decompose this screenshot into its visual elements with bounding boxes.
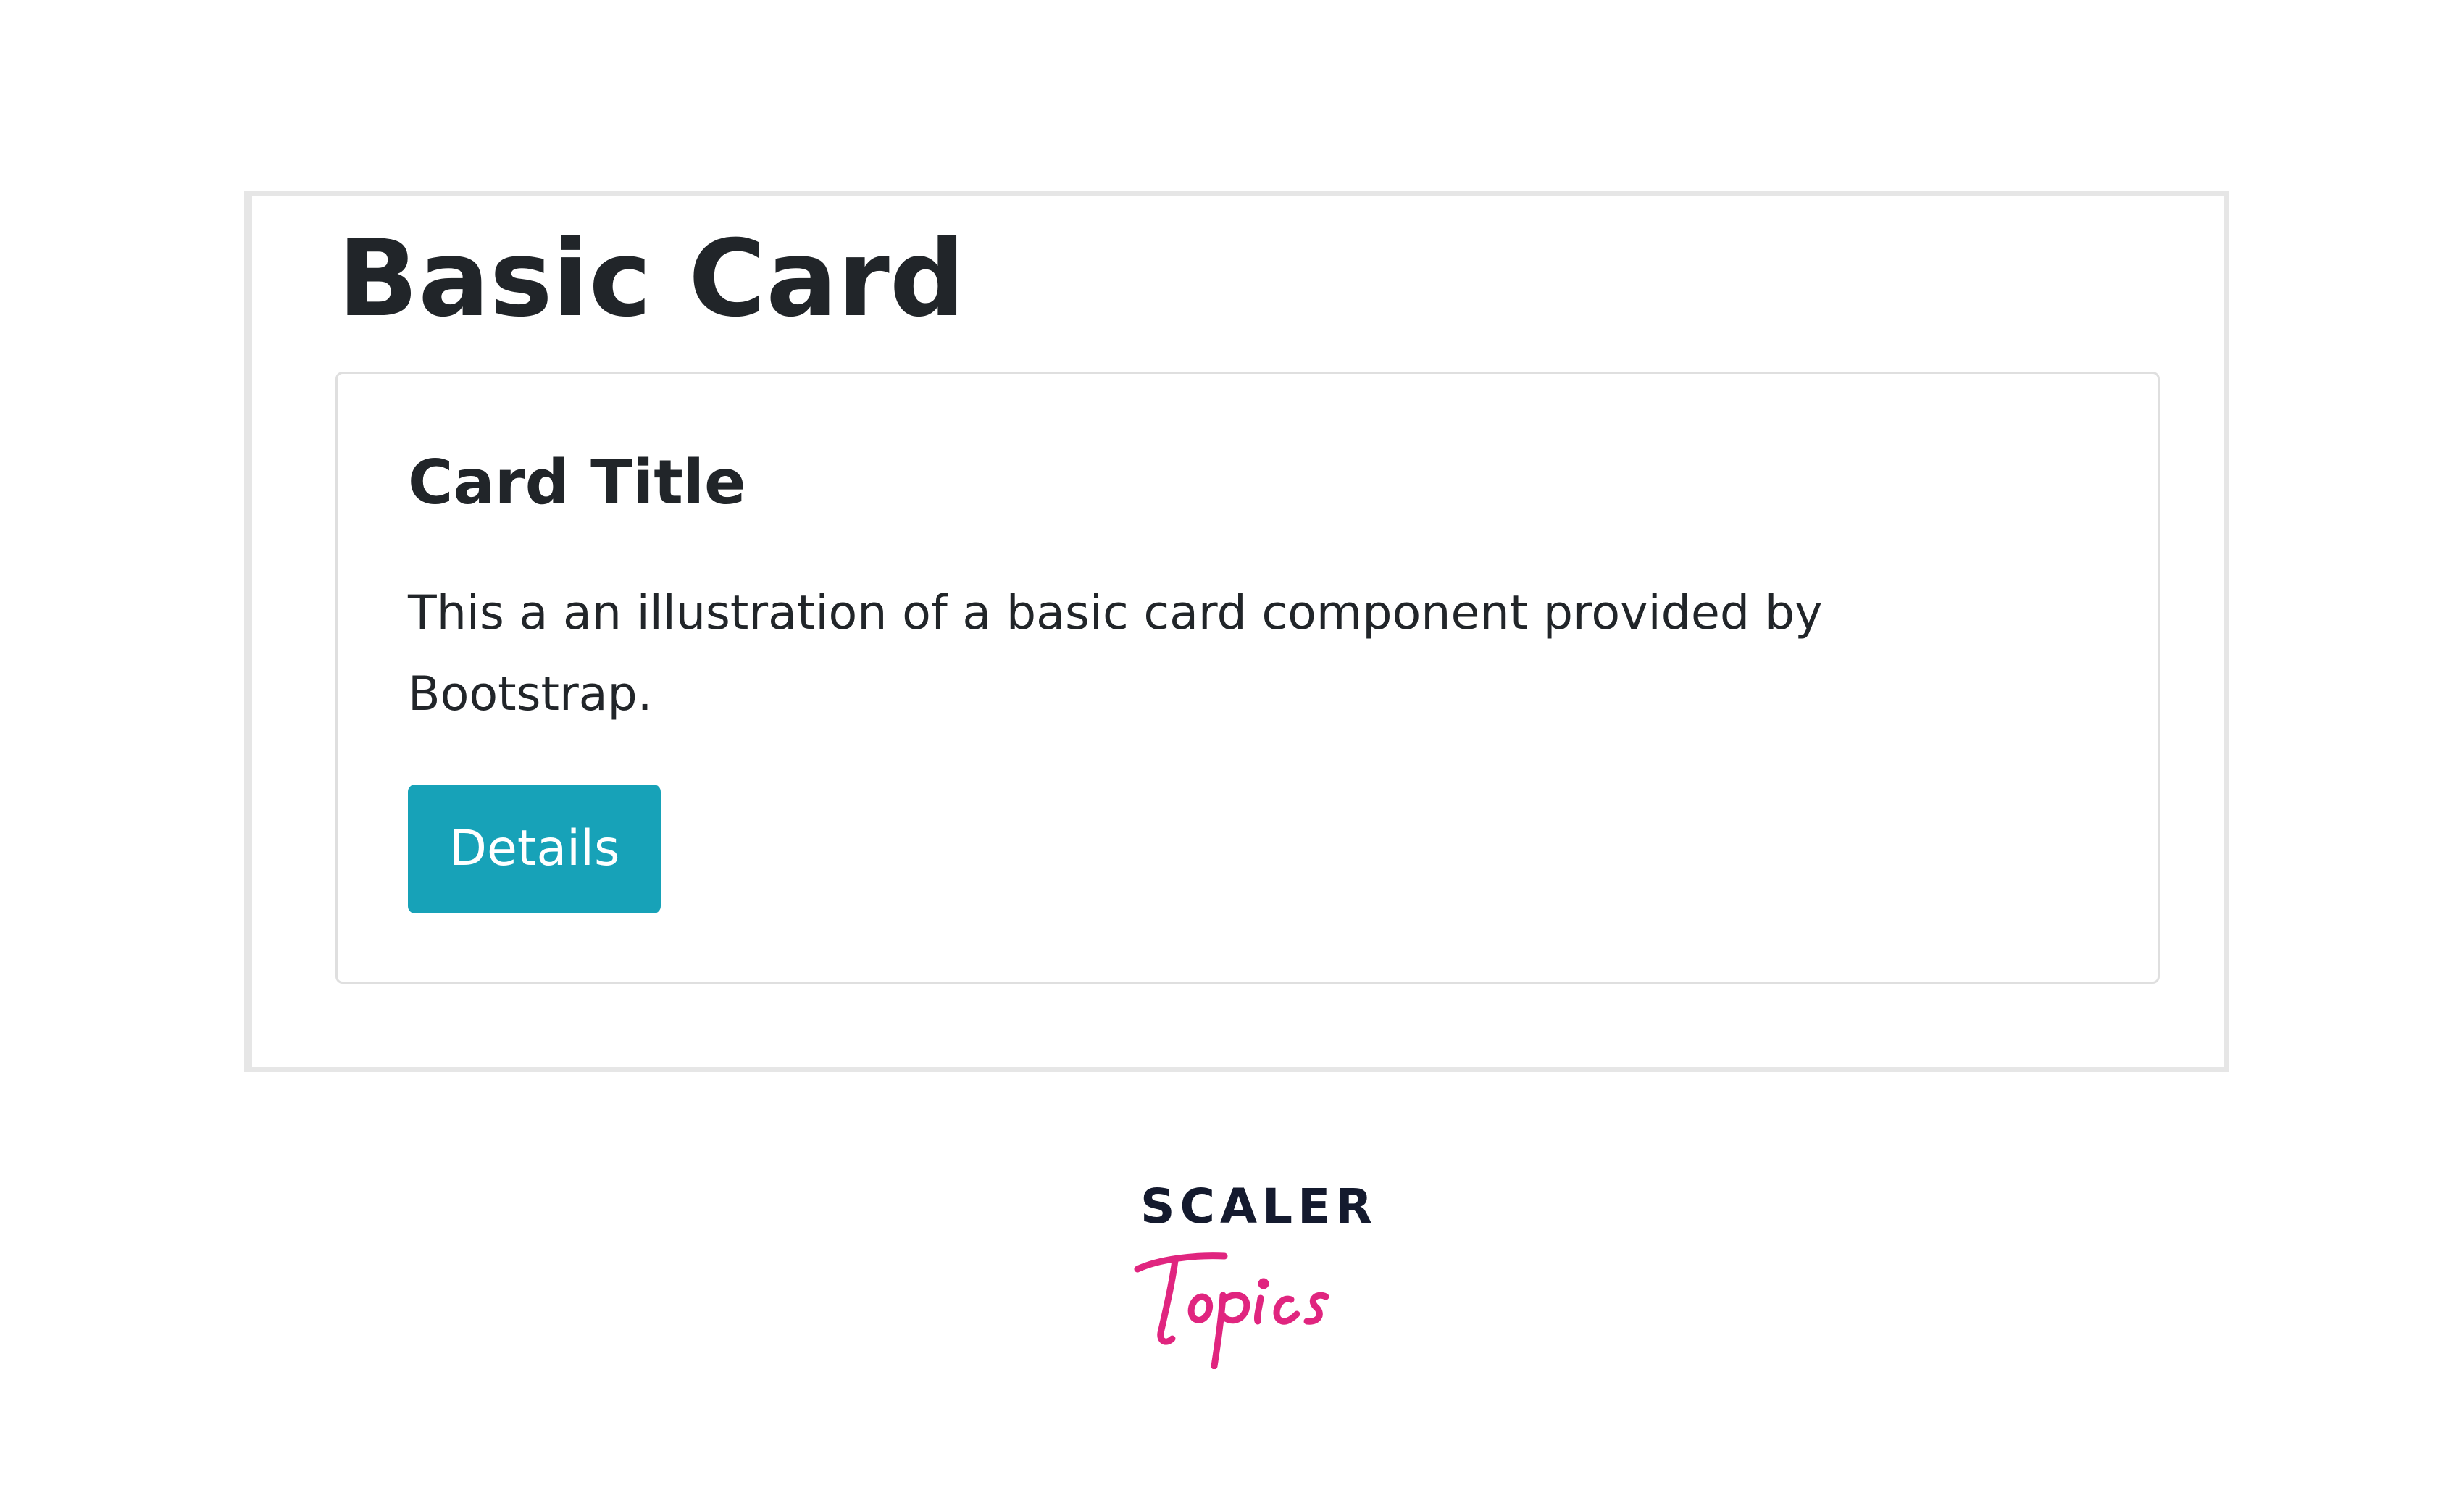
scaler-topics-logo: SCALER: [1130, 1180, 1372, 1369]
logo-script-topics: [1134, 1252, 1329, 1369]
card-text: This a an illustration of a basic card c…: [408, 586, 1823, 721]
logo-wordmark: SCALER: [1140, 1179, 1378, 1234]
details-button[interactable]: Details: [408, 785, 661, 913]
basic-card: Card Title This a an illustration of a b…: [335, 372, 2160, 984]
page-heading: Basic Card: [338, 217, 966, 340]
card-title: Card Title: [408, 447, 746, 519]
